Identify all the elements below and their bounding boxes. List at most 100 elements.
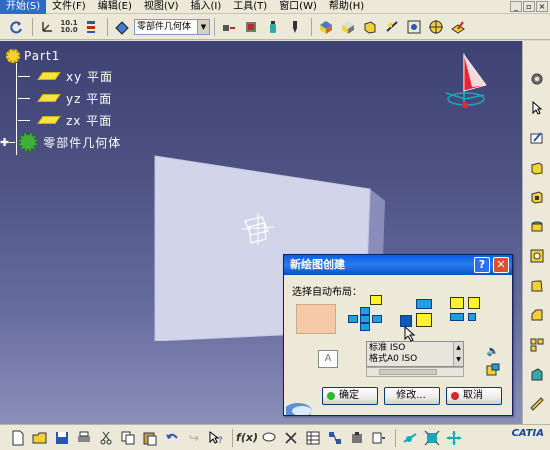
refresh-icon[interactable] — [6, 17, 26, 37]
formula-icon[interactable]: f(x) — [236, 428, 258, 448]
3d-viewport[interactable]: Part1 xy 平面 yz 平面 zx 平面 ✚ 零部件几何体 新绘图创建 ?… — [0, 41, 522, 424]
axis-system-icon[interactable] — [37, 17, 57, 37]
hide-show-icon[interactable] — [382, 17, 402, 37]
measure-icon[interactable] — [527, 394, 547, 414]
normal-view-icon[interactable] — [448, 17, 468, 37]
menu-view[interactable]: 视图(V) — [138, 0, 185, 14]
close-window-button[interactable]: × — [536, 1, 548, 12]
pocket-icon[interactable] — [527, 187, 547, 207]
hole-icon[interactable] — [527, 246, 547, 266]
save-icon[interactable] — [52, 428, 72, 448]
ok-icon — [327, 392, 335, 400]
speaker-icon[interactable]: 🔈 — [486, 345, 500, 359]
modify-button[interactable]: 修改... — [384, 387, 440, 405]
layout-front-bottom-left-option[interactable] — [448, 295, 488, 329]
cube-shading-icon[interactable] — [338, 17, 358, 37]
select-arrow-icon[interactable] — [527, 99, 547, 119]
tree-branch-line — [18, 97, 30, 99]
layout-pane — [416, 313, 432, 327]
fit-all-icon[interactable] — [404, 17, 424, 37]
bottom-toolbar: ↪ ? f(x) CATIA — [0, 424, 550, 450]
dialog-title-bar[interactable]: 新绘图创建 ? ✕ — [284, 255, 512, 275]
minimize-button[interactable]: _ — [510, 1, 522, 12]
pad-icon[interactable] — [527, 158, 547, 178]
menu-edit[interactable]: 编辑(E) — [92, 0, 138, 14]
comment-icon[interactable] — [259, 428, 279, 448]
close-button[interactable]: ✕ — [493, 257, 509, 273]
repair-icon[interactable] — [241, 17, 261, 37]
sensor-icon[interactable] — [347, 428, 367, 448]
tree-root-label: Part1 — [24, 49, 61, 63]
layout-all-views-option[interactable] — [346, 295, 390, 331]
restore-button[interactable]: ▫ — [523, 1, 535, 12]
new-file-icon[interactable] — [8, 428, 28, 448]
standard-row: 标准 ISO — [369, 343, 406, 353]
list-scrollbar[interactable]: ▲ ▼ — [453, 342, 463, 366]
whats-this-icon[interactable]: ? — [206, 428, 226, 448]
open-folder-icon[interactable] — [30, 428, 50, 448]
expand-plus-icon[interactable]: ✚ — [0, 136, 9, 149]
pan-icon[interactable] — [444, 428, 464, 448]
tree-item-part-body[interactable]: ✚ 零部件几何体 — [0, 131, 121, 153]
tree-item-yz-plane[interactable]: yz 平面 — [18, 87, 121, 109]
shaft-icon[interactable] — [527, 217, 547, 237]
geometry-select[interactable]: 零部件几何体 ▼ — [134, 18, 210, 35]
sheet-preview: A — [318, 350, 338, 368]
tree-item-zx-plane[interactable]: zx 平面 — [18, 109, 121, 131]
tree-root-part[interactable]: Part1 — [6, 47, 121, 65]
menu-tools[interactable]: 工具(T) — [227, 0, 273, 14]
preview-icon[interactable] — [486, 363, 500, 377]
pattern-icon[interactable] — [527, 335, 547, 355]
table-icon[interactable] — [303, 428, 323, 448]
horizontal-scrollbar[interactable] — [366, 367, 464, 377]
target-icon[interactable] — [426, 17, 446, 37]
tree-item-label: yz 平面 — [66, 91, 113, 106]
redo-icon[interactable]: ↪ — [184, 428, 204, 448]
catia-logo: CATIA — [512, 428, 544, 439]
compass-icon[interactable] — [436, 47, 496, 117]
chevron-down-icon: ▼ — [197, 19, 209, 34]
knowledge-icon[interactable] — [281, 428, 301, 448]
paste-icon[interactable] — [140, 428, 160, 448]
list-icon[interactable] — [81, 17, 101, 37]
pin-icon[interactable] — [285, 17, 305, 37]
cancel-button[interactable]: 取消 — [446, 387, 502, 405]
menu-file[interactable]: 文件(F) — [46, 0, 92, 14]
transformation-icon[interactable] — [527, 365, 547, 385]
print-icon[interactable] — [74, 428, 94, 448]
toolbar-separator — [232, 428, 233, 447]
settings-gear-icon[interactable] — [527, 69, 547, 89]
body-icon[interactable] — [112, 17, 132, 37]
chamfer-icon[interactable] — [527, 306, 547, 326]
shading-icon[interactable] — [316, 17, 336, 37]
bottle-icon[interactable] — [263, 17, 283, 37]
catalog-icon[interactable] — [325, 428, 345, 448]
tree-item-xy-plane[interactable]: xy 平面 — [18, 65, 121, 87]
scale-icon[interactable]: 10.1 10.0 — [59, 17, 79, 37]
undo-icon[interactable] — [162, 428, 182, 448]
sketch-icon[interactable] — [527, 128, 547, 148]
ok-button[interactable]: 确定 — [322, 387, 378, 405]
update-icon[interactable] — [219, 17, 239, 37]
fit-icon[interactable] — [422, 428, 442, 448]
modify-label: 修改... — [396, 390, 426, 401]
copy-icon[interactable] — [118, 428, 138, 448]
scroll-thumb[interactable] — [379, 369, 437, 375]
fillet-icon[interactable] — [527, 276, 547, 296]
layout-pane — [468, 313, 476, 321]
dialog-decoration-icon — [284, 391, 320, 419]
cancel-label: 取消 — [463, 390, 483, 401]
layout-pane — [360, 307, 370, 315]
cut-icon[interactable] — [96, 428, 116, 448]
menu-insert[interactable]: 插入(I) — [185, 0, 228, 14]
spec-icon[interactable] — [369, 428, 389, 448]
menu-window[interactable]: 窗口(W) — [273, 0, 323, 14]
layout-empty-option[interactable] — [296, 304, 336, 334]
cube-edges-icon[interactable] — [360, 17, 380, 37]
fly-mode-icon[interactable] — [400, 428, 420, 448]
window-controls: _ ▫ × — [510, 1, 548, 12]
menu-help[interactable]: 帮助(H) — [323, 0, 370, 14]
tree-item-label: 零部件几何体 — [43, 135, 122, 150]
menu-start[interactable]: 开始(S) — [0, 0, 47, 14]
help-button[interactable]: ? — [474, 257, 490, 273]
